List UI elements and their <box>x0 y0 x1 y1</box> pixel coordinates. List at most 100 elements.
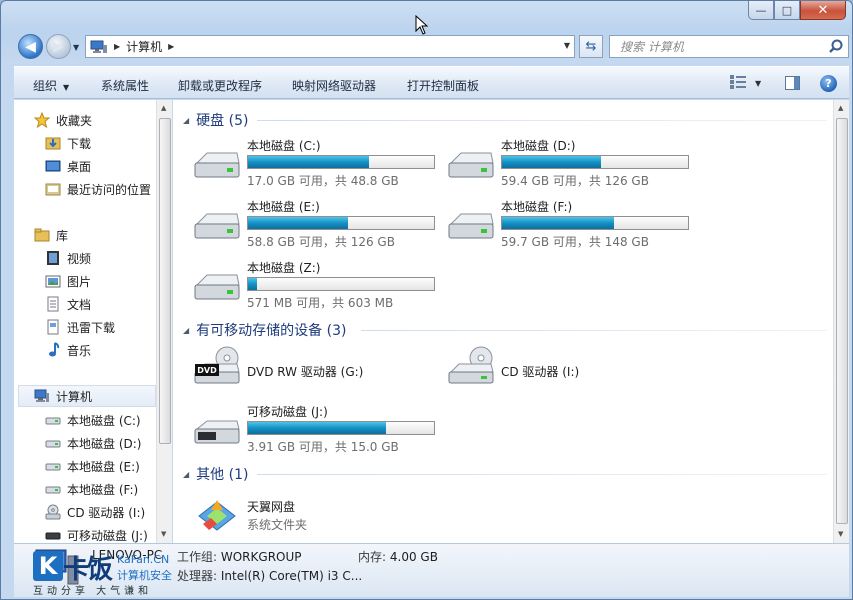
workgroup-value: WORKGROUP <box>220 550 302 564</box>
drive-usage-bar <box>501 155 689 169</box>
tianyi-cloud-folder[interactable]: 天翼网盘 系统文件夹 <box>193 496 443 538</box>
scrollbar-thumb[interactable] <box>159 118 171 444</box>
preview-pane-button[interactable] <box>785 76 800 90</box>
maximize-button[interactable]: □ <box>774 1 800 20</box>
map-network-drive-button[interactable]: 映射网络驱动器 <box>292 77 376 94</box>
cd-drive-icon <box>45 504 61 520</box>
change-view-icon[interactable] <box>730 75 746 89</box>
scroll-down-icon[interactable]: ▼ <box>838 530 843 538</box>
drive-name: 本地磁盘 (Z:) <box>247 261 321 275</box>
history-dropdown-icon[interactable]: ▼ <box>73 43 79 52</box>
hard-drive-icon <box>448 213 494 239</box>
drive-usage-fill <box>248 278 258 290</box>
system-properties-button[interactable]: 系统属性 <box>101 77 149 94</box>
sidebar-label: 最近访问的位置 <box>67 182 152 197</box>
computer-icon <box>90 40 107 53</box>
drive-name: 本地磁盘 (C:) <box>247 139 321 153</box>
sidebar-item-pictures[interactable]: 图片 <box>45 270 91 292</box>
view-dropdown-icon[interactable]: ▼ <box>755 79 761 88</box>
workgroup-label: 工作组: <box>177 550 218 564</box>
scrollbar-thumb[interactable] <box>836 118 848 524</box>
organize-menu[interactable]: 组织 ▼ <box>33 77 69 94</box>
search-icon <box>829 39 843 53</box>
star-icon <box>34 112 50 128</box>
sidebar-item-drive-f[interactable]: 本地磁盘 (F:) <box>45 478 138 500</box>
scroll-up-icon[interactable]: ▲ <box>161 104 166 112</box>
open-control-panel-button[interactable]: 打开控制面板 <box>407 77 479 94</box>
removable-disk-j[interactable]: 可移动磁盘 (J:) 3.91 GB 可用，共 15.0 GB <box>193 403 443 459</box>
watermark-site: KaFan.CN <box>117 553 170 566</box>
group-header-removable[interactable]: ◢ 有可移动存储的设备 (3) <box>183 320 346 340</box>
hard-drive-icon <box>45 440 61 448</box>
watermark-security: 计算机安全 <box>117 569 172 582</box>
forward-button[interactable]: ▶ <box>46 34 71 59</box>
help-button[interactable]: ? <box>820 75 837 92</box>
sidebar-item-thunder-downloads[interactable]: 迅雷下载 <box>45 316 115 338</box>
scroll-down-icon[interactable]: ▼ <box>161 530 166 538</box>
sidebar-computer[interactable]: 计算机 <box>18 385 156 407</box>
group-divider <box>361 330 827 331</box>
breadcrumb-separator-icon[interactable]: ▶ <box>168 42 174 51</box>
cpu-value: Intel(R) Core(TM) i3 C... <box>220 569 363 583</box>
collapse-triangle-icon: ◢ <box>183 115 190 125</box>
sidebar-item-documents[interactable]: 文档 <box>45 293 91 315</box>
sidebar-favorites[interactable]: 收藏夹 <box>34 109 92 131</box>
close-button[interactable]: ✕ <box>800 1 846 20</box>
drive-usage-fill <box>502 217 614 229</box>
sidebar-item-drive-e[interactable]: 本地磁盘 (E:) <box>45 455 140 477</box>
sidebar-item-removable-disk[interactable]: 可移动磁盘 (J:) <box>45 524 148 543</box>
group-title: 有可移动存储的设备 (3) <box>196 323 347 339</box>
drive-z[interactable]: 本地磁盘 (Z:) 571 MB 可用，共 603 MB <box>193 259 443 315</box>
drive-usage-bar <box>247 277 435 291</box>
sidebar-item-desktop[interactable]: 桌面 <box>45 155 91 177</box>
navigation-pane-scrollbar[interactable]: ▲ ▼ <box>156 100 172 543</box>
drive-name: 本地磁盘 (F:) <box>501 200 573 214</box>
sidebar-item-drive-d[interactable]: 本地磁盘 (D:) <box>45 432 141 454</box>
sidebar-item-downloads[interactable]: 下载 <box>45 132 91 154</box>
minimize-button[interactable]: — <box>748 1 774 20</box>
sidebar-item-music[interactable]: 音乐 <box>45 339 91 361</box>
sidebar-item-cd-drive[interactable]: CD 驱动器 (I:) <box>45 501 145 523</box>
drive-space-info: 3.91 GB 可用，共 15.0 GB <box>247 440 399 454</box>
drive-e[interactable]: 本地磁盘 (E:) 58.8 GB 可用，共 126 GB <box>193 198 443 254</box>
sidebar-item-drive-c[interactable]: 本地磁盘 (C:) <box>45 409 141 431</box>
explorer-window: — □ ✕ ◀ ▶ ▼ ▶ 计算机 ▶ ▼ ⇆ 搜索 计算机 组织 ▼ 系统属性… <box>0 0 853 600</box>
sidebar-label: 视频 <box>67 251 92 266</box>
sidebar-item-videos[interactable]: 视频 <box>45 247 91 269</box>
hard-drive-icon <box>448 152 494 178</box>
address-dropdown-icon[interactable]: ▼ <box>564 41 570 50</box>
sidebar-label: 迅雷下载 <box>67 320 116 335</box>
sidebar-libraries[interactable]: 库 <box>34 224 68 246</box>
group-header-hard-disks[interactable]: ◢ 硬盘 (5) <box>183 110 248 130</box>
drive-f[interactable]: 本地磁盘 (F:) 59.7 GB 可用，共 148 GB <box>447 198 697 254</box>
search-input[interactable]: 搜索 计算机 <box>609 35 849 58</box>
removable-disk-icon <box>194 420 240 444</box>
drive-c[interactable]: 本地磁盘 (C:) 17.0 GB 可用，共 48.8 GB <box>193 137 443 193</box>
drive-d[interactable]: 本地磁盘 (D:) 59.4 GB 可用，共 126 GB <box>447 137 697 193</box>
address-bar[interactable]: ▶ 计算机 ▶ ▼ <box>85 35 575 58</box>
uninstall-program-button[interactable]: 卸载或更改程序 <box>178 77 262 94</box>
group-header-other[interactable]: ◢ 其他 (1) <box>183 464 248 484</box>
sidebar-label: CD 驱动器 (I:) <box>67 505 146 520</box>
drive-name: DVD RW 驱动器 (G:) <box>247 365 364 379</box>
breadcrumb-separator-icon[interactable]: ▶ <box>114 42 120 51</box>
cloud-drive-icon <box>198 500 236 531</box>
sidebar-label: 下载 <box>67 136 92 151</box>
refresh-button[interactable]: ⇆ <box>579 35 603 58</box>
cd-drive-icon <box>448 346 494 384</box>
drive-usage-fill <box>248 156 369 168</box>
dvd-drive-g[interactable]: DVD DVD RW 驱动器 (G:) <box>193 344 443 392</box>
content-scrollbar[interactable]: ▲ ▼ <box>833 100 849 543</box>
sidebar-item-recent[interactable]: 最近访问的位置 <box>45 178 151 200</box>
drive-usage-fill <box>248 217 349 229</box>
scroll-up-icon[interactable]: ▲ <box>838 104 843 112</box>
refresh-icon: ⇆ <box>585 39 597 54</box>
cd-drive-i[interactable]: CD 驱动器 (I:) <box>447 344 697 392</box>
pictures-icon <box>45 275 61 288</box>
minimize-icon: — <box>755 3 767 17</box>
folder-type: 系统文件夹 <box>247 518 308 532</box>
sidebar-label: 音乐 <box>67 343 92 358</box>
breadcrumb-computer[interactable]: 计算机 <box>126 38 162 55</box>
back-button[interactable]: ◀ <box>18 34 43 59</box>
documents-icon <box>47 319 59 335</box>
